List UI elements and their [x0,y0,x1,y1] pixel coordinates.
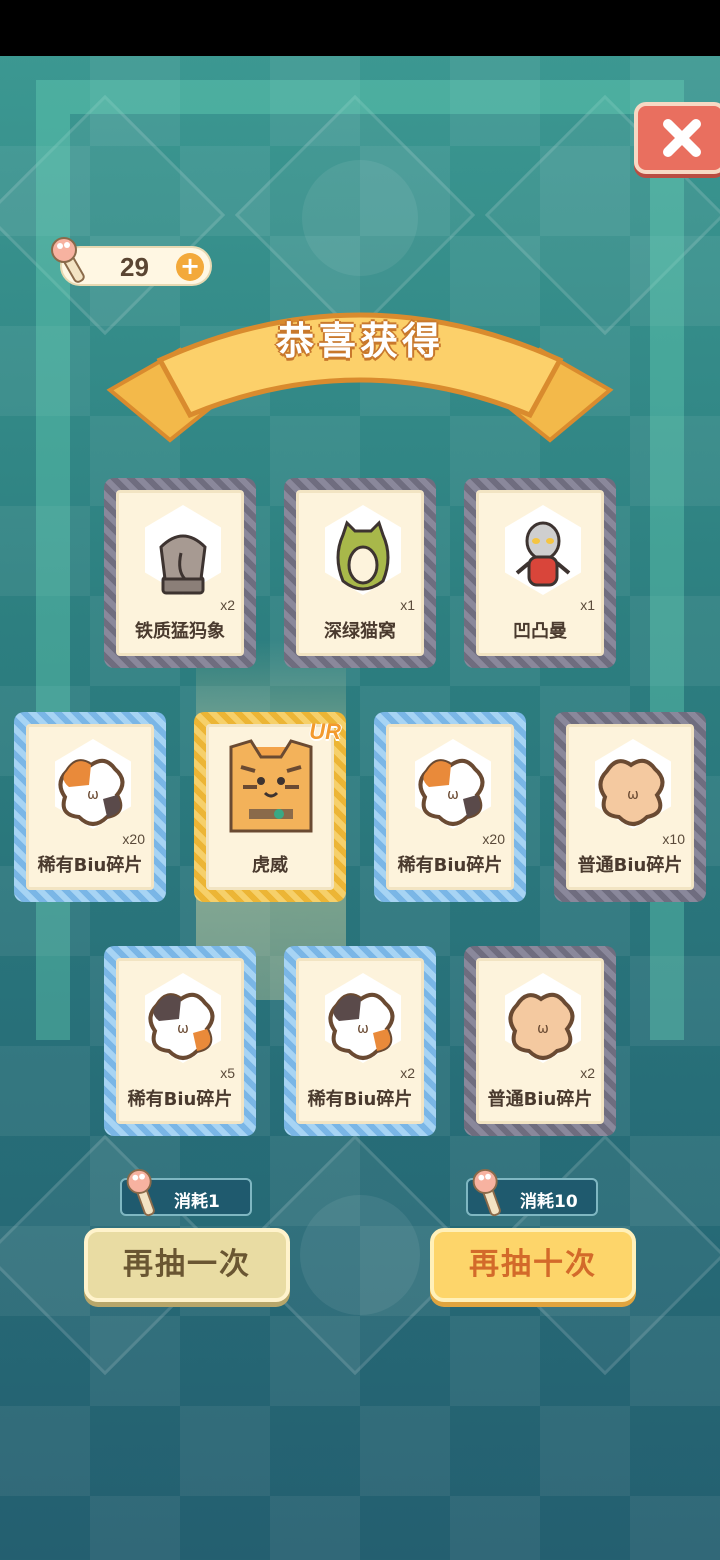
calico-puzzle-icon: ω [148,992,215,1060]
reward-qty: x2 [400,1065,415,1081]
calico-puzzle-icon: ω [328,992,395,1060]
calico-puzzle-icon: ω [418,758,485,826]
status-bar [0,0,720,56]
reward-card[interactable]: x1 深绿猫窝 [284,478,436,668]
svg-text:ω: ω [357,1021,369,1037]
congrats-title: 恭喜获得 [275,319,444,363]
bg-circle [300,1195,420,1315]
close-button[interactable] [634,102,720,174]
svg-text:ω: ω [447,787,459,803]
reward-card[interactable]: ω x5 稀有Biu碎片 [104,946,256,1136]
reward-qty: x5 [220,1065,235,1081]
reward-name: 深绿猫窝 [324,621,396,642]
reward-qty: x20 [482,831,505,847]
close-icon [663,119,701,157]
reward-name: 普通Biu碎片 [487,1089,593,1110]
tiger-cat-icon [229,739,313,833]
cost-label: 消耗10 [520,1192,578,1212]
hero-figure-icon [515,521,571,587]
paw-stick-icon [472,1168,501,1217]
cost-label: 消耗1 [174,1192,220,1212]
tan-puzzle-icon: ω [508,992,575,1060]
reward-name: 铁质猛犸象 [135,621,225,642]
svg-text:ω: ω [87,787,99,803]
reward-qty: x20 [122,831,145,847]
reward-name: 稀有Biu碎片 [127,1089,233,1110]
reward-card[interactable]: ω x2 稀有Biu碎片 [284,946,436,1136]
reward-card[interactable]: x1 凹凸曼 [464,478,616,668]
reward-name: 稀有Biu碎片 [307,1089,413,1110]
reward-qty: x1 [580,597,595,613]
reward-name: 虎威 [252,855,288,876]
ur-badge: UR [309,719,341,744]
reward-name: 凹凸曼 [513,621,567,642]
svg-text:ω: ω [537,1021,549,1037]
reward-name: 稀有Biu碎片 [397,855,503,876]
reward-qty: x2 [220,597,235,613]
reward-card[interactable]: x2 铁质猛犸象 [104,478,256,668]
reward-qty: x10 [662,831,685,847]
calico-puzzle-icon: ω [58,758,125,826]
paw-stick-icon [126,1168,155,1217]
reward-name: 稀有Biu碎片 [37,855,143,876]
tan-puzzle-icon: ω [598,758,665,826]
add-currency-button[interactable]: + [176,253,204,281]
paw-stick-icon [51,237,85,283]
reward-card-ur[interactable]: UR 虎威 [194,712,346,902]
cat-bed-icon [336,520,390,591]
elephant-statue-icon [159,534,207,595]
currency-amount: 29 [120,252,149,282]
reward-qty: x2 [580,1065,595,1081]
draw-ten-button[interactable]: 再抽十次 [430,1228,636,1302]
reward-card[interactable]: ω x20 稀有Biu碎片 [374,712,526,902]
reward-qty: x1 [400,597,415,613]
reward-card[interactable]: ω x2 普通Biu碎片 [464,946,616,1136]
draw-once-button[interactable]: 再抽一次 [84,1228,290,1302]
svg-text:ω: ω [627,787,639,803]
reward-name: 普通Biu碎片 [577,855,683,876]
svg-text:ω: ω [177,1021,189,1037]
reward-card[interactable]: ω x20 稀有Biu碎片 [14,712,166,902]
reward-card[interactable]: ω x10 普通Biu碎片 [554,712,706,902]
